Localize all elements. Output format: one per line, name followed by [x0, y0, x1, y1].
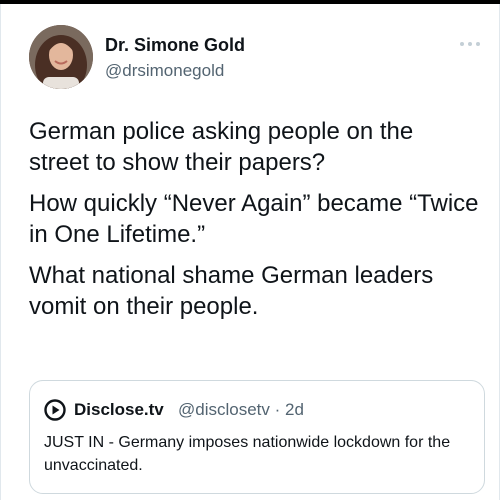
avatar[interactable] — [29, 25, 93, 89]
quoted-author-name[interactable]: Disclose.tv — [74, 400, 164, 420]
tweet-paragraph: What national shame German leaders vomit… — [29, 262, 434, 320]
tweet-text: German police asking people on the stree… — [29, 116, 479, 332]
tweet-paragraph: How quickly “Never Again” became “Twice … — [29, 190, 479, 248]
quoted-timestamp[interactable]: 2d — [285, 400, 304, 419]
quoted-tweet-text: JUST IN - Germany imposes nationwide loc… — [44, 434, 451, 474]
quoted-author-handle[interactable]: @disclosetv — [178, 400, 270, 419]
tweet-card: Dr. Simone Gold @drsimonegold German pol… — [0, 4, 500, 500]
quoted-tweet[interactable]: Disclose.tv @disclosetv · 2d JUST IN - G… — [29, 380, 485, 494]
tweet-paragraph: German police asking people on the stree… — [29, 118, 414, 176]
author-handle[interactable]: @drsimonegold — [105, 61, 224, 81]
disclose-tv-logo-icon — [44, 399, 66, 421]
meta-separator: · — [274, 400, 281, 419]
avatar-portrait-icon — [29, 25, 93, 89]
more-horizontal-icon[interactable] — [457, 36, 483, 52]
author-display-name[interactable]: Dr. Simone Gold — [105, 35, 245, 56]
quoted-author-meta: @disclosetv · 2d — [178, 400, 304, 420]
